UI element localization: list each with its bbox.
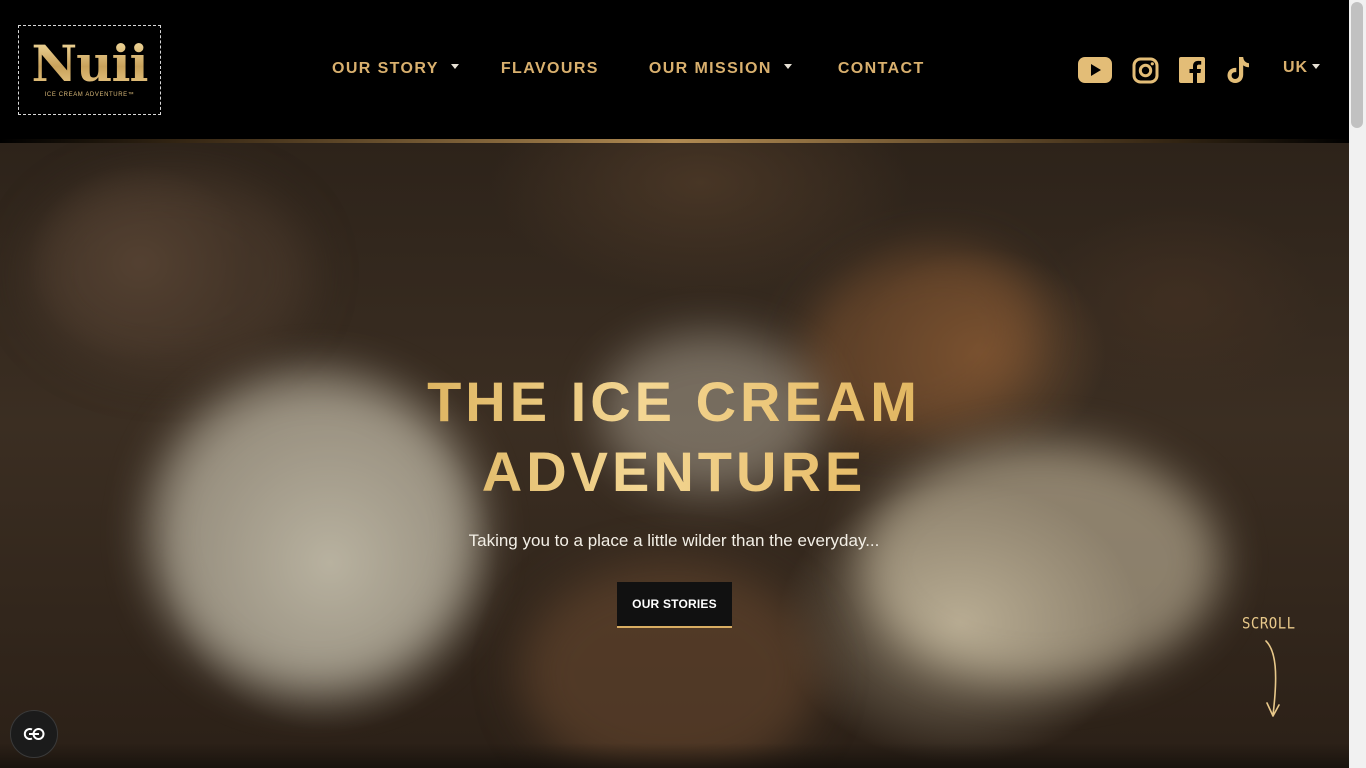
hero-section: THE ICE CREAM ADVENTURE Taking you to a … (0, 143, 1349, 768)
instagram-icon[interactable] (1131, 55, 1159, 85)
scroll-label: SCROLL (1242, 614, 1296, 634)
site-header: Nuii ICE CREAM ADVENTURE™ OUR STORY FLAV… (0, 0, 1349, 140)
hero-bg-blur (30, 173, 310, 373)
hero-title-line-1: THE ICE CREAM (427, 370, 921, 433)
hero-bottom-shade (0, 743, 1349, 768)
nav-flavours[interactable]: FLAVOURS (501, 58, 599, 80)
chevron-down-icon (450, 63, 459, 69)
nav-flavours-label: FLAVOURS (500, 60, 599, 77)
nav-contact-label: CONTACT (837, 60, 925, 77)
main-nav: OUR STORY FLAVOURS OUR MISSION CONTACT (332, 58, 925, 80)
nav-our-story[interactable]: OUR STORY (332, 58, 459, 80)
scroll-arrow-icon[interactable] (1262, 639, 1284, 719)
youtube-icon[interactable] (1078, 55, 1112, 85)
chevron-down-icon (1312, 63, 1321, 69)
chevron-down-icon (783, 63, 792, 69)
tiktok-icon[interactable] (1226, 55, 1250, 85)
header-divider (0, 139, 1349, 143)
logo-wordmark: Nuii (31, 34, 148, 93)
logo-tagline: ICE CREAM ADVENTURE™ (44, 92, 135, 98)
accessibility-button[interactable] (10, 710, 58, 758)
scrollbar-thumb[interactable] (1351, 2, 1363, 128)
facebook-icon[interactable] (1179, 55, 1205, 85)
hero-title-line-2: ADVENTURE (481, 440, 867, 503)
social-links (1078, 55, 1250, 85)
hero-title: THE ICE CREAM ADVENTURE (346, 367, 1002, 507)
nav-our-story-label: OUR STORY (332, 60, 439, 77)
nav-our-mission-label: OUR MISSION (648, 60, 772, 77)
nav-contact[interactable]: CONTACT (838, 58, 925, 80)
accessibility-icon (23, 728, 45, 740)
language-selector[interactable]: UK (1283, 59, 1321, 77)
our-stories-button[interactable]: OUR STORIES (617, 582, 732, 628)
language-current: UK (1283, 59, 1309, 76)
nav-our-mission[interactable]: OUR MISSION (649, 58, 792, 80)
nuii-logo[interactable]: Nuii ICE CREAM ADVENTURE™ (18, 25, 161, 115)
hero-subtitle: Taking you to a place a little wilder th… (468, 531, 880, 550)
